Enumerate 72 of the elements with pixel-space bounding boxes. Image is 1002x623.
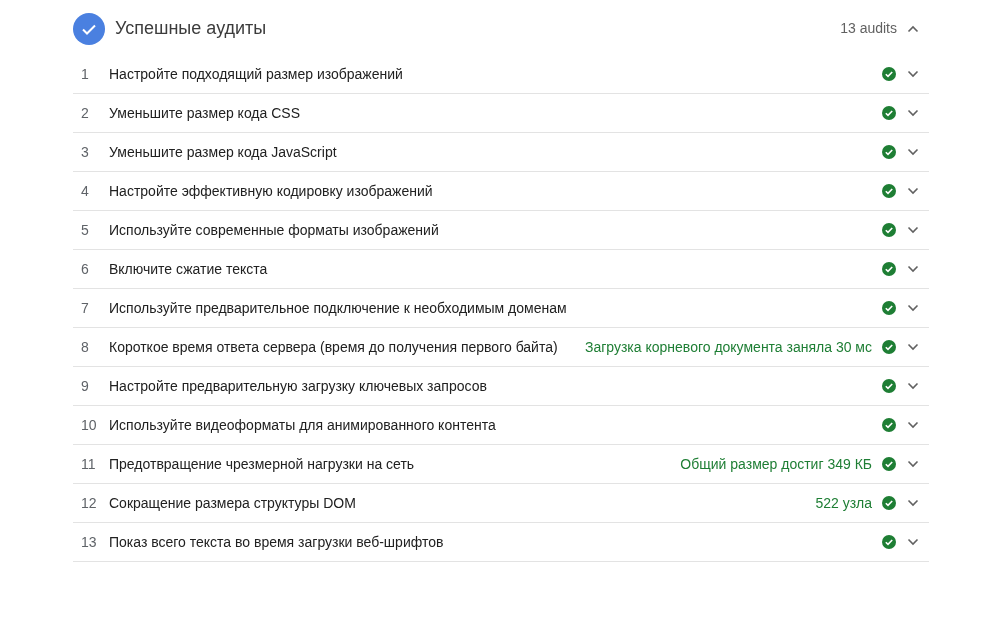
check-circle-icon <box>882 457 896 471</box>
audit-title: Используйте современные форматы изображений <box>109 220 439 240</box>
audit-row[interactable]: 4 Настройте эффективную кодировку изображений <box>73 172 929 211</box>
check-circle-icon <box>882 106 896 120</box>
check-circle-icon <box>882 535 896 549</box>
chevron-down-icon[interactable] <box>907 382 919 390</box>
audit-number: 1 <box>80 64 90 84</box>
check-circle-icon <box>882 184 896 198</box>
chevron-down-icon[interactable] <box>907 109 919 117</box>
audit-number: 12 <box>80 493 98 513</box>
chevron-down-icon[interactable] <box>907 499 919 507</box>
audit-row[interactable]: 8 Короткое время ответа сервера (время до получения первого байта) Загрузка корневого документа заняла 30 мс <box>73 328 929 367</box>
audit-row[interactable]: 2 Уменьшите размер кода CSS <box>73 94 929 133</box>
audit-title: Настройте эффективную кодировку изображений <box>109 181 433 201</box>
audit-row[interactable]: 13 Показ всего текста во время загрузки веб-шрифтов <box>73 523 929 562</box>
audit-value: Общий размер достиг 349 КБ <box>680 454 872 474</box>
chevron-down-icon[interactable] <box>907 460 919 468</box>
audit-title: Включите сжатие текста <box>109 259 268 279</box>
audit-number: 2 <box>80 103 90 123</box>
audit-row[interactable]: 6 Включите сжатие текста <box>73 250 929 289</box>
audit-title: Уменьшите размер кода CSS <box>109 103 300 123</box>
audit-number: 6 <box>80 259 90 279</box>
audit-number: 4 <box>80 181 90 201</box>
chevron-up-icon[interactable] <box>907 24 919 33</box>
check-circle-icon <box>882 223 896 237</box>
audit-count: 13 audits <box>840 19 897 38</box>
audit-value: 522 узла <box>815 493 872 513</box>
check-circle-icon <box>882 67 896 81</box>
check-circle-icon <box>882 379 896 393</box>
chevron-down-icon[interactable] <box>907 187 919 195</box>
audit-title: Используйте видеоформаты для анимированного контента <box>109 415 496 435</box>
audit-row[interactable]: 3 Уменьшите размер кода JavaScript <box>73 133 929 172</box>
audit-row[interactable]: 12 Сокращение размера структуры DOM 522 узла <box>73 484 929 523</box>
audit-number: 7 <box>80 298 90 318</box>
section-title: Успешные аудиты <box>115 17 267 40</box>
audit-title: Сокращение размера структуры DOM <box>109 493 356 513</box>
check-circle-icon <box>73 12 105 45</box>
audit-title: Предотвращение чрезмерной нагрузки на сеть <box>109 454 415 474</box>
audit-title: Короткое время ответа сервера (время до получения первого байта) <box>109 337 558 357</box>
audit-title: Используйте предварительное подключение к необходимым доменам <box>109 298 567 318</box>
audit-row[interactable]: 5 Используйте современные форматы изображений <box>73 211 929 250</box>
audit-row[interactable]: 1 Настройте подходящий размер изображений <box>73 55 929 94</box>
check-circle-icon <box>882 418 896 432</box>
audit-number: 9 <box>80 376 90 396</box>
chevron-down-icon[interactable] <box>907 148 919 156</box>
chevron-down-icon[interactable] <box>907 304 919 312</box>
check-circle-icon <box>882 262 896 276</box>
audit-value: Загрузка корневого документа заняла 30 мс <box>584 337 872 357</box>
audit-number: 8 <box>80 337 90 357</box>
check-circle-icon <box>882 496 896 510</box>
audit-number: 5 <box>80 220 90 240</box>
chevron-down-icon[interactable] <box>907 265 919 273</box>
chevron-down-icon[interactable] <box>907 226 919 234</box>
audit-row[interactable]: 7 Используйте предварительное подключение к необходимым доменам <box>73 289 929 328</box>
audit-title: Настройте предварительную загрузку ключевых запросов <box>109 376 487 396</box>
check-circle-icon <box>882 340 896 354</box>
audit-number: 13 <box>80 532 98 552</box>
chevron-down-icon[interactable] <box>907 343 919 351</box>
audit-title: Уменьшите размер кода JavaScript <box>109 142 337 162</box>
chevron-down-icon[interactable] <box>907 421 919 429</box>
audit-number: 3 <box>80 142 90 162</box>
audit-title: Показ всего текста во время загрузки веб-шрифтов <box>109 532 444 552</box>
chevron-down-icon[interactable] <box>907 70 919 78</box>
audit-number: 10 <box>80 415 98 435</box>
chevron-down-icon[interactable] <box>907 538 919 546</box>
audit-row[interactable]: 11 Предотвращение чрезмерной нагрузки на сеть Общий размер достиг 349 КБ <box>73 445 929 484</box>
audit-title: Настройте подходящий размер изображений <box>109 64 403 84</box>
audit-row[interactable]: 10 Используйте видеоформаты для анимированного контента <box>73 406 929 445</box>
audit-number: 11 <box>80 454 97 474</box>
audit-row[interactable]: 9 Настройте предварительную загрузку ключевых запросов <box>73 367 929 406</box>
check-circle-icon <box>882 301 896 315</box>
check-circle-icon <box>882 145 896 159</box>
